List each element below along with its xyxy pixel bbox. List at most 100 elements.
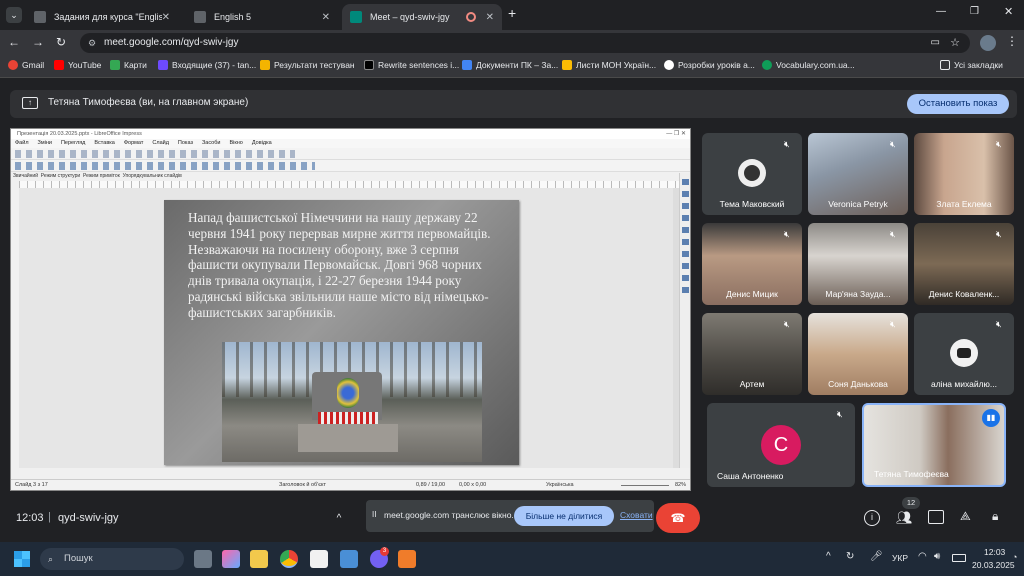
participant-tile[interactable]: 🔇︎ аліна михайлю... bbox=[914, 313, 1014, 395]
close-window-icon[interactable]: ✕ bbox=[1004, 5, 1013, 18]
photo-plaque bbox=[298, 424, 398, 452]
tab-english-7[interactable]: Задания для курса "English 7" ✕ bbox=[26, 4, 178, 30]
info-icon[interactable]: i bbox=[864, 510, 880, 526]
tab-english-5[interactable]: English 5 ✕ bbox=[186, 4, 338, 30]
bookmark-rewrite[interactable]: Rewrite sentences i... bbox=[364, 60, 459, 70]
bookmark-inbox[interactable]: Входящие (37) - tan... bbox=[158, 60, 256, 70]
view-tabs[interactable]: Звичайний Режим структури Режим приміток… bbox=[13, 173, 182, 179]
url-field[interactable]: ⚙ meet.google.com/qyd-swiv-jgy ▭ ☆ bbox=[80, 33, 970, 53]
language-indicator[interactable]: УКР bbox=[892, 553, 908, 563]
drawing-toolbar-icons[interactable] bbox=[15, 162, 315, 170]
file-explorer-icon[interactable] bbox=[250, 550, 268, 568]
leave-call-button[interactable]: ☎ bbox=[656, 503, 700, 533]
wifi-icon[interactable]: ◠ bbox=[918, 551, 927, 562]
stop-sharing-button[interactable]: Більше не ділитися bbox=[514, 506, 614, 526]
tray-sync-icon[interactable]: ↻ bbox=[846, 551, 854, 562]
site-info-icon[interactable]: ⚙ bbox=[88, 33, 96, 53]
people-icon[interactable]: 👥︎ bbox=[896, 510, 913, 526]
new-tab-button[interactable]: + bbox=[508, 5, 516, 21]
menu-icon[interactable]: ⋮ bbox=[1006, 34, 1018, 48]
task-view-icon[interactable] bbox=[194, 550, 212, 568]
participant-tile[interactable]: 🔇︎ Тема Маковский bbox=[702, 133, 802, 215]
toolbar-icons[interactable] bbox=[15, 150, 295, 158]
maximize-icon[interactable]: ❐ bbox=[970, 6, 979, 17]
chrome-icon[interactable] bbox=[280, 550, 298, 568]
menu-item[interactable]: Вставка bbox=[94, 139, 114, 148]
tab-search-icon[interactable]: ⌄ bbox=[6, 7, 22, 23]
close-icon[interactable]: ✕ bbox=[162, 12, 170, 23]
impress-icon[interactable] bbox=[340, 550, 358, 568]
search-input[interactable]: ⌕ Пошук bbox=[40, 548, 184, 570]
menu-item[interactable]: Файл bbox=[15, 139, 29, 148]
menu-item[interactable]: Засоби bbox=[202, 139, 220, 148]
chat-icon[interactable] bbox=[928, 510, 944, 524]
participant-tile[interactable]: 🔇︎ Злата Еклема bbox=[914, 133, 1014, 215]
menu-item[interactable]: Довідка bbox=[252, 139, 272, 148]
menu-item[interactable]: Перегляд bbox=[61, 139, 85, 148]
all-bookmarks[interactable]: Усі закладки bbox=[940, 60, 1003, 70]
menu-item[interactable]: Вікно bbox=[229, 139, 242, 148]
profile-avatar[interactable] bbox=[980, 35, 996, 51]
participant-tile[interactable]: 🔇︎ Денис Мицик bbox=[702, 223, 802, 305]
memorial-photo[interactable] bbox=[222, 342, 482, 462]
mic-off-icon: 🔇︎ bbox=[784, 139, 790, 149]
tray-chevron-icon[interactable]: ^ bbox=[826, 551, 831, 562]
participant-tile[interactable]: 🔇︎ Артем bbox=[702, 313, 802, 395]
mic-off-icon: 🔇︎ bbox=[837, 409, 843, 419]
bookmark-test-results[interactable]: Результати тестуван bbox=[260, 60, 355, 70]
camera-icon[interactable]: ▭ bbox=[931, 33, 940, 53]
activities-icon[interactable]: ⟁ bbox=[960, 509, 971, 524]
zoom-slider[interactable] bbox=[621, 485, 669, 486]
close-icon[interactable]: ✕ bbox=[322, 12, 330, 23]
clock-time[interactable]: 12:03 bbox=[984, 547, 1005, 557]
menu-item[interactable]: Формат bbox=[124, 139, 144, 148]
participant-tile[interactable]: 🔇︎ Мар'яна Заудa... bbox=[808, 223, 908, 305]
calc-icon[interactable] bbox=[398, 550, 416, 568]
back-icon[interactable]: ← bbox=[8, 35, 20, 49]
copilot-icon[interactable] bbox=[222, 550, 240, 568]
start-icon[interactable] bbox=[14, 551, 30, 567]
bookmarks-bar: Gmail YouTube Карти Входящие (37) - tan.… bbox=[0, 56, 1024, 78]
sidebar-icons[interactable] bbox=[682, 179, 689, 299]
volume-icon[interactable]: 🔊︎ bbox=[934, 551, 940, 562]
folder-icon bbox=[260, 60, 270, 70]
reload-icon[interactable]: ↻ bbox=[56, 35, 66, 49]
bookmark-gmail[interactable]: Gmail bbox=[8, 60, 44, 70]
window-controls: — ❐ ✕ bbox=[666, 131, 686, 137]
status-size: 0,00 x 0,00 bbox=[459, 482, 487, 488]
tray-mic-icon[interactable]: 🎤︎ bbox=[870, 551, 883, 562]
participant-tile[interactable]: 🔇︎ Соня Данькова bbox=[808, 313, 908, 395]
bookmark-maps[interactable]: Карти bbox=[110, 60, 147, 70]
host-controls-icon[interactable]: 🔒︎ bbox=[992, 509, 998, 524]
mic-off-icon: 🔇︎ bbox=[996, 319, 1002, 329]
bookmark-docs[interactable]: Документи ПК – За... bbox=[462, 60, 558, 70]
participant-tile[interactable]: С 🔇︎ Саша Антоненко bbox=[707, 403, 855, 487]
stop-presenting-button[interactable]: Остановить показ bbox=[907, 94, 1009, 114]
close-icon[interactable]: ✕ bbox=[486, 12, 494, 23]
hide-link[interactable]: Сховати bbox=[620, 510, 653, 520]
participant-tile[interactable]: 🔇︎ Veronica Petryk bbox=[808, 133, 908, 215]
bookmark-mon[interactable]: Листи МОН Україн... bbox=[562, 60, 656, 70]
participant-tile-self[interactable]: ▮▮ Тетяна Тимофеєва bbox=[862, 403, 1006, 487]
forward-icon[interactable]: → bbox=[32, 35, 44, 49]
mic-button[interactable]: ^ bbox=[324, 504, 354, 534]
impress-toolbar-1 bbox=[11, 148, 690, 160]
bookmark-vocabulary[interactable]: Vocabulary.com.ua... bbox=[762, 60, 855, 70]
minimize-icon[interactable]: — bbox=[936, 6, 946, 17]
menu-item[interactable]: Показ bbox=[178, 139, 193, 148]
slide-text[interactable]: Напад фашистської Німеччини на нашу держ… bbox=[188, 210, 498, 321]
document-icon[interactable] bbox=[310, 550, 328, 568]
notifications-icon[interactable]: ◔ bbox=[1012, 552, 1017, 562]
participant-tile[interactable]: 🔇︎ Денис Коваленк... bbox=[914, 223, 1014, 305]
menu-item[interactable]: Слайд bbox=[152, 139, 169, 148]
tab-meet[interactable]: Meet – qyd-swiv-jgy ✕ bbox=[342, 4, 502, 30]
clock-date[interactable]: 20.03.2025 bbox=[972, 560, 1015, 570]
bookmark-lessons[interactable]: Розробки уроків а... bbox=[664, 60, 755, 70]
mic-off-icon: 🔇︎ bbox=[890, 319, 896, 329]
bookmark-youtube[interactable]: YouTube bbox=[54, 60, 101, 70]
battery-icon[interactable] bbox=[952, 554, 966, 562]
star-icon[interactable]: ☆ bbox=[950, 33, 960, 53]
slide[interactable]: Напад фашистської Німеччини на нашу держ… bbox=[164, 200, 519, 465]
shared-window-impress: Презентація 20.03.2025.pptx - LibreOffic… bbox=[10, 128, 691, 491]
menu-item[interactable]: Зміни bbox=[38, 139, 52, 148]
